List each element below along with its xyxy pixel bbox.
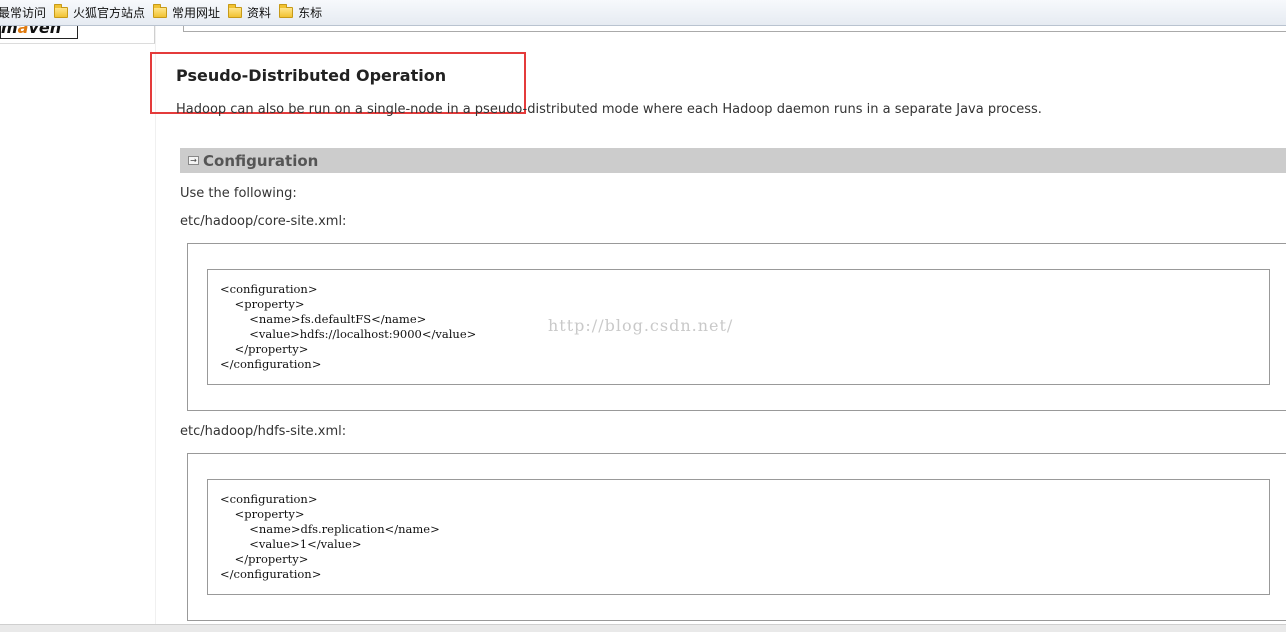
core-site-label: etc/hadoop/core-site.xml:: [180, 214, 347, 229]
section-title: Configuration: [203, 151, 319, 170]
bookmark-label: 资料: [247, 6, 272, 20]
hdfs-site-source: <configuration> <property> <name>dfs.rep…: [207, 479, 1270, 595]
bookmark-most-visited[interactable]: 最常访问: [0, 0, 46, 26]
bookmark-label: 最常访问: [0, 6, 47, 20]
bookmark-label: 火狐官方站点: [73, 6, 146, 20]
previous-source-box: [183, 26, 1286, 32]
bookmark-firefox-official[interactable]: 火狐官方站点: [54, 0, 145, 26]
page-title: Pseudo-Distributed Operation: [176, 66, 447, 85]
bookmark-materials[interactable]: 资料: [228, 0, 271, 26]
logo-text-ven: ven: [28, 26, 62, 37]
bookmark-label: 常用网址: [172, 6, 221, 20]
sidebar: maven: [0, 26, 155, 44]
folder-icon: [279, 4, 294, 18]
bookmarks-toolbar: 最常访问 火狐官方站点 常用网址 资料 东标: [0, 0, 1286, 26]
bookmark-dongbiao[interactable]: 东标: [279, 0, 322, 26]
logo-text-m: m: [1, 26, 18, 37]
hdfs-site-label: etc/hadoop/hdfs-site.xml:: [180, 424, 347, 439]
bookmark-label: 东标: [298, 6, 323, 20]
watermark: http://blog.csdn.net/: [548, 316, 734, 335]
folder-icon: [153, 4, 168, 18]
logo-text-a: a: [17, 26, 29, 37]
use-following-text: Use the following:: [180, 186, 297, 201]
sidebar-divider: [155, 26, 156, 632]
folder-icon: [54, 4, 69, 18]
horizontal-scrollbar[interactable]: [0, 624, 1286, 632]
expand-icon[interactable]: →: [188, 156, 199, 165]
core-site-source: <configuration> <property> <name>fs.defa…: [207, 269, 1270, 385]
folder-icon: [228, 4, 243, 18]
hdfs-site-code: <configuration> <property> <name>dfs.rep…: [220, 492, 440, 581]
maven-logo[interactable]: maven: [0, 26, 78, 39]
core-site-code: <configuration> <property> <name>fs.defa…: [220, 282, 477, 371]
intro-text: Hadoop can also be run on a single-node …: [176, 102, 1042, 117]
bookmark-common-sites[interactable]: 常用网址: [153, 0, 220, 26]
section-header-configuration[interactable]: → Configuration: [180, 148, 1286, 173]
